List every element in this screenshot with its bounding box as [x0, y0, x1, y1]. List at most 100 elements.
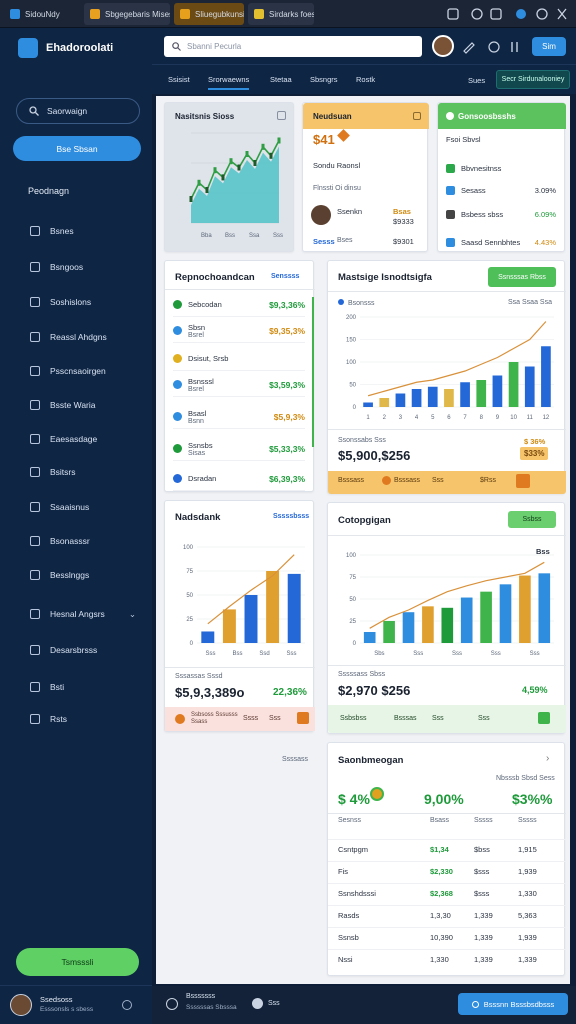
- share-icon[interactable]: [490, 8, 502, 20]
- row-name: Dsradan: [188, 474, 217, 483]
- sidebar-item[interactable]: Desarsbrsss: [16, 639, 142, 661]
- strip-label: Sss: [432, 715, 444, 722]
- status-row[interactable]: Saasd Sennbhtes 4.43%: [446, 233, 556, 251]
- status-icon: [252, 998, 263, 1009]
- table-cell: $2,368: [430, 889, 453, 898]
- chevron-right-icon[interactable]: ›: [546, 753, 549, 764]
- profile-icon[interactable]: [471, 8, 483, 20]
- card-title: Gonsoosbsshs: [458, 112, 516, 121]
- sidebar-item[interactable]: Reassl Ahdgns: [16, 326, 142, 348]
- repo-row[interactable]: Sbsn Bsrel $9,35,3%: [173, 319, 305, 343]
- bottom-action-label: Bsssnn Bsssbsdbsss: [483, 999, 555, 1009]
- expand-icon[interactable]: [277, 111, 286, 120]
- sidebar-bottom-button[interactable]: Tsmsssli: [16, 948, 139, 976]
- chart-legend-right: Ssa Ssaa Ssa: [508, 299, 552, 306]
- repo-row[interactable]: Bsasl Bsnn $5,9,3%: [173, 405, 305, 429]
- repo-row[interactable]: Sebcodan $9,3,36%: [173, 293, 305, 317]
- search-input[interactable]: Sbanni Pecurla: [164, 36, 422, 57]
- x-tick-label: 3: [399, 415, 403, 421]
- table-row[interactable]: Ssnshdsssi $2,368 $sss 1,330: [328, 883, 566, 903]
- subnav-tab[interactable]: Sbsngrs: [310, 75, 338, 84]
- account-icon[interactable]: [536, 8, 548, 20]
- browser-tab-active[interactable]: Sliuegubkunsi: [174, 3, 244, 25]
- card-action-button[interactable]: Ssnsssas Rbss: [488, 267, 556, 287]
- divider: [328, 535, 566, 536]
- user-avatar[interactable]: [432, 35, 454, 57]
- sidebar-item[interactable]: Eaesasdage: [16, 428, 142, 450]
- repo-row[interactable]: Dsisut, Srsb: [173, 347, 305, 371]
- edit-icon[interactable]: [463, 42, 475, 54]
- sidebar: Ehadoroolati Saorwaign Bse Sbsan Peodnag…: [0, 28, 152, 1024]
- sidebar-item[interactable]: Bsnes: [16, 220, 142, 242]
- extension-icon[interactable]: [447, 8, 459, 20]
- sidebar-item[interactable]: Rsts: [16, 708, 142, 730]
- expand-icon[interactable]: [413, 112, 421, 120]
- subnav-tab[interactable]: Srorwaewns: [208, 75, 250, 90]
- clock-icon[interactable]: [488, 41, 500, 53]
- status-row[interactable]: Bsbess sbss 6.09%: [446, 205, 556, 223]
- repo-row[interactable]: Dsradan $6,39,3%: [173, 467, 305, 491]
- browser-tab[interactable]: Sirdarks foes: [248, 3, 314, 25]
- row-name: Ssnsbs: [188, 440, 213, 450]
- sidebar-item[interactable]: Besslnggs: [16, 564, 142, 586]
- candle-mark: [277, 137, 281, 144]
- status-row[interactable]: Bbvnesitnss: [446, 159, 556, 177]
- card-link[interactable]: Senssss: [271, 273, 299, 280]
- avatar[interactable]: [10, 994, 32, 1016]
- scroll-indicator[interactable]: [312, 297, 314, 447]
- y-tick-label: 150: [346, 338, 357, 344]
- sidebar-item[interactable]: Bsitsrs: [16, 461, 142, 483]
- close-icon[interactable]: [557, 8, 567, 20]
- strip-action-icon[interactable]: [516, 474, 530, 488]
- tab-favicon-icon: [254, 9, 264, 19]
- subnav-link[interactable]: Sues: [468, 76, 485, 85]
- primary-button[interactable]: Bse Sbsan: [13, 136, 141, 161]
- sync-icon[interactable]: [516, 9, 526, 19]
- sidebar-item[interactable]: Psscnsaoirgen: [16, 360, 142, 382]
- table-row[interactable]: Fis $2,330 $sss 1,939: [328, 861, 566, 881]
- table-row[interactable]: Ssnsb 10,390 1,339 1,939: [328, 927, 566, 947]
- subnav-tab[interactable]: Stetaa: [270, 75, 292, 84]
- row-name: Bsasl: [188, 408, 207, 418]
- x-tick-label: Sss: [491, 651, 501, 657]
- strip-action-icon[interactable]: [297, 712, 309, 724]
- sidebar-item[interactable]: Ssaaisnus: [16, 496, 142, 518]
- table-row[interactable]: Rasds 1,3,30 1,339 5,363: [328, 905, 566, 925]
- columns-icon[interactable]: [511, 42, 518, 52]
- x-tick-label: Bba: [201, 233, 212, 239]
- sidebar-item[interactable]: Bsngoos: [16, 256, 142, 278]
- repo-row[interactable]: Bsnsssl Bsrel $3,59,3%: [173, 373, 305, 397]
- strip-action-icon[interactable]: [538, 712, 550, 724]
- sidebar-item[interactable]: Bsonasssr: [16, 530, 142, 552]
- browser-tab[interactable]: SidouNdy: [4, 3, 80, 25]
- chevron-down-icon[interactable]: ⌄: [129, 609, 136, 620]
- status-row[interactable]: Sesass 3.09%: [446, 181, 556, 199]
- repo-row[interactable]: Ssnsbs Sisas $5,33,3%: [173, 437, 305, 461]
- chain-icon: [30, 297, 40, 307]
- table-cell: $sss: [474, 867, 490, 876]
- sidebar-item[interactable]: Bsste Waria: [16, 394, 142, 416]
- table-row[interactable]: Nssi 1,330 1,339 1,339: [328, 949, 566, 969]
- gear-icon[interactable]: [166, 998, 178, 1010]
- card-link[interactable]: Sssssbsss: [273, 513, 309, 520]
- table-row[interactable]: Csntpgm $1,34 $bss 1,915: [328, 839, 566, 859]
- sidebar-search[interactable]: Saorwaign: [16, 98, 140, 124]
- card-action-button[interactable]: Ssbss: [508, 511, 556, 528]
- subnav-button[interactable]: Secr Sirdunalooniey: [496, 70, 570, 89]
- subnav-tab[interactable]: Rostk: [356, 75, 375, 84]
- sidebar-item[interactable]: Hesnal Angsrs ⌄: [16, 603, 142, 625]
- sidebar-item[interactable]: Bsti: [16, 676, 142, 698]
- pen-icon: [30, 570, 40, 580]
- bottom-action-button[interactable]: Bsssnn Bsssbsdbsss: [458, 993, 568, 1015]
- row-value: 4.43%: [534, 237, 556, 247]
- bar: [411, 389, 422, 407]
- browser-tab[interactable]: Sbgegebaris Mises: [84, 3, 170, 25]
- subnav-tab[interactable]: Ssisist: [168, 75, 190, 84]
- bar: [538, 573, 551, 643]
- topbar-action-button[interactable]: Sim: [532, 37, 566, 56]
- stat-value: $3%%: [512, 791, 553, 807]
- row-value: $9,35,3%: [269, 325, 305, 336]
- column-header: Bsass: [430, 817, 450, 824]
- settings-icon[interactable]: [122, 1000, 132, 1010]
- sidebar-item[interactable]: Soshislons: [16, 291, 142, 313]
